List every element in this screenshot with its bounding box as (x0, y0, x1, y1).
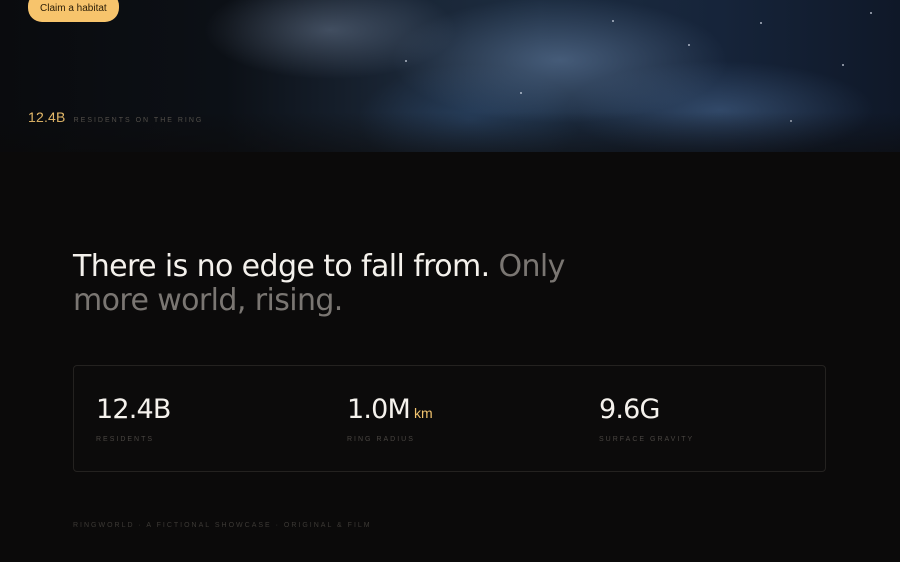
star (870, 12, 872, 14)
stat-value: 12.4B (96, 394, 171, 425)
page-headline: There is no edge to fall from. Only more… (73, 250, 633, 318)
stat-label: Residents (96, 436, 155, 443)
footer-credits: Ringworld · A fictional showcase · Origi… (73, 522, 372, 529)
hero-sky-banner: Claim a habitat 12.4B Residents on the r… (0, 0, 900, 152)
claim-habitat-button[interactable]: Claim a habitat (28, 0, 119, 22)
star (688, 44, 690, 46)
hero-stat-label: Residents on the ring (73, 117, 204, 124)
stat-residents: 12.4B Residents (96, 394, 171, 443)
stat-ring-radius: 1.0M km Ring radius (347, 394, 433, 443)
star (520, 92, 522, 94)
hero-stat: 12.4B Residents on the ring (28, 109, 203, 125)
stat-surface-gravity: 9.6G Surface gravity (599, 394, 694, 443)
stats-panel: 12.4B Residents 1.0M km Ring radius 9.6G… (73, 365, 826, 472)
stat-label: Ring radius (347, 436, 415, 443)
star (790, 120, 792, 122)
star (612, 20, 614, 22)
stat-value: 1.0M (347, 394, 411, 425)
stat-unit: km (414, 405, 433, 421)
stat-value: 9.6G (599, 394, 660, 425)
star (405, 60, 407, 62)
star (760, 22, 762, 24)
headline-strong: There is no edge to fall from. (73, 249, 490, 284)
star (842, 64, 844, 66)
stat-label: Surface gravity (599, 436, 695, 443)
hero-stat-value: 12.4B (28, 109, 66, 125)
